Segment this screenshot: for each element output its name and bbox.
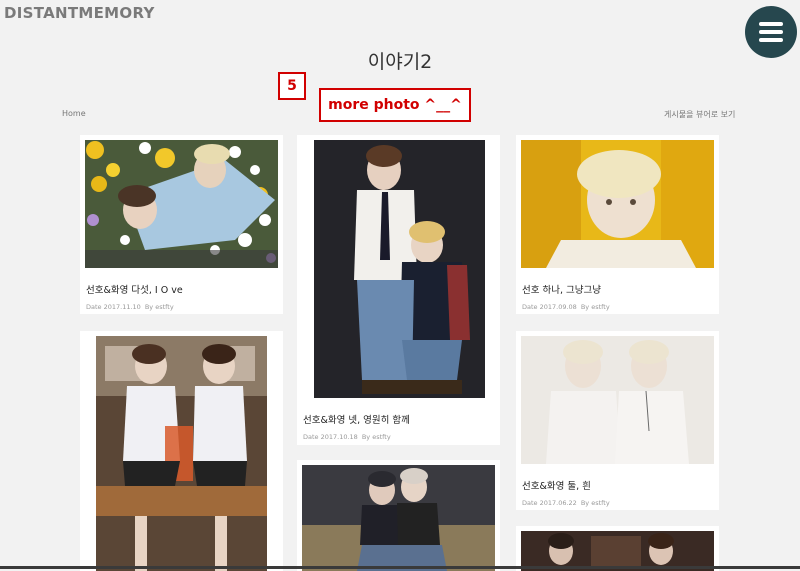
post-author: By estfty — [144, 303, 174, 311]
page-title: 이야기2 — [367, 51, 433, 73]
post-card[interactable] — [516, 526, 719, 571]
post-date: Date 2017.09.08 — [522, 303, 577, 311]
viewer-mode-link[interactable]: 게시물을 뷰어로 보기 — [664, 109, 735, 120]
post-thumbnail[interactable] — [302, 465, 495, 571]
post-title[interactable]: 선호&화영 둘, 흰 — [522, 478, 714, 492]
post-author: By estfty — [580, 499, 610, 507]
post-date: Date 2017.10.18 — [303, 433, 358, 441]
post-author: By estfty — [361, 433, 391, 441]
post-title[interactable]: 선호 하나, 그냥그냥 — [522, 282, 714, 296]
post-thumbnail[interactable] — [521, 140, 714, 268]
post-meta: Date 2017.06.22 By estfty — [522, 499, 714, 507]
post-card[interactable] — [80, 331, 283, 571]
post-meta: Date 2017.10.18 By estfty — [303, 433, 495, 441]
annotation-more-photo-label: more photo ^__^ — [319, 88, 471, 122]
post-title[interactable]: 선호&화영 다섯, I O ve — [86, 282, 278, 296]
post-card[interactable]: 선호&화영 다섯, I O ve Date 2017.11.10 By estft… — [80, 135, 283, 314]
hamburger-icon — [759, 22, 783, 26]
site-logo[interactable]: DISTANTMEMORY — [4, 4, 155, 22]
post-thumbnail[interactable] — [85, 140, 278, 268]
post-thumbnail[interactable] — [521, 336, 714, 464]
post-meta: Date 2017.09.08 By estfty — [522, 303, 714, 311]
post-author: By estfty — [580, 303, 610, 311]
post-card[interactable]: 선호&화영 둘, 흰 Date 2017.06.22 By estfty — [516, 331, 719, 510]
post-card[interactable]: 선호&화영 넷, 영원히 함께 Date 2017.10.18 By estfty — [297, 135, 500, 445]
post-meta: Date 2017.11.10 By estfty — [86, 303, 278, 311]
annotation-number-badge: 5 — [278, 72, 306, 100]
post-card[interactable]: 선호 하나, 그냥그냥 Date 2017.09.08 By estfty — [516, 135, 719, 314]
post-title[interactable]: 선호&화영 넷, 영원히 함께 — [303, 412, 495, 426]
post-thumbnail[interactable] — [85, 336, 278, 571]
post-thumbnail[interactable] — [521, 531, 714, 571]
post-date: Date 2017.11.10 — [86, 303, 141, 311]
post-card[interactable] — [297, 460, 500, 571]
post-date: Date 2017.06.22 — [522, 499, 577, 507]
post-thumbnail[interactable] — [302, 140, 495, 398]
breadcrumb[interactable]: Home — [62, 109, 86, 118]
